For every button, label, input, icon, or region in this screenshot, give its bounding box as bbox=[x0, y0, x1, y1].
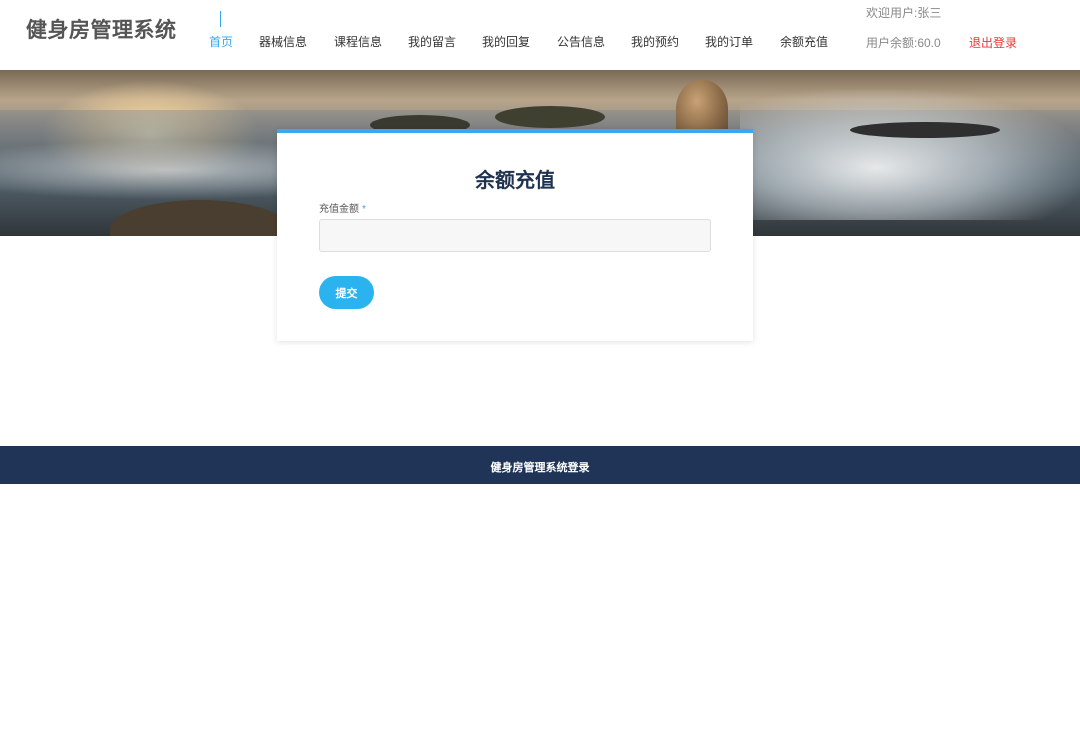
submit-button[interactable]: 提交 bbox=[319, 276, 374, 309]
nav-item-my-orders[interactable]: 我的订单 bbox=[705, 33, 753, 50]
required-marker: * bbox=[362, 204, 366, 215]
nav-active-marker bbox=[220, 11, 221, 27]
recharge-amount-input[interactable] bbox=[319, 219, 711, 252]
user-balance: 用户余额:60.0 bbox=[866, 36, 941, 50]
nav-item-my-reservations[interactable]: 我的预约 bbox=[631, 33, 679, 50]
nav-item-recharge[interactable]: 余额充值 bbox=[780, 33, 828, 50]
nav-item-equipment[interactable]: 器械信息 bbox=[259, 33, 307, 50]
top-header: 健身房管理系统 首页 器械信息 课程信息 我的留言 我的回复 公告信息 我的预约… bbox=[0, 0, 1080, 70]
logout-link[interactable]: 退出登录 bbox=[969, 34, 1017, 51]
nav-item-announcements[interactable]: 公告信息 bbox=[557, 33, 605, 50]
amount-label: 充值金额 * bbox=[319, 204, 366, 215]
form-title: 余额充值 bbox=[475, 170, 555, 192]
site-logo[interactable]: 健身房管理系统 bbox=[26, 14, 177, 44]
nav-item-courses[interactable]: 课程信息 bbox=[334, 33, 382, 50]
page-footer: 健身房管理系统登录 bbox=[0, 446, 1080, 484]
nav-item-my-messages[interactable]: 我的留言 bbox=[408, 33, 456, 50]
nav-item-home[interactable]: 首页 bbox=[209, 33, 233, 50]
recharge-form-card: 余额充值 充值金额 * 提交 bbox=[277, 129, 753, 341]
footer-text: 健身房管理系统登录 bbox=[490, 462, 590, 474]
welcome-text: 欢迎用户:张三 bbox=[866, 6, 942, 20]
nav-item-my-replies[interactable]: 我的回复 bbox=[482, 33, 530, 50]
